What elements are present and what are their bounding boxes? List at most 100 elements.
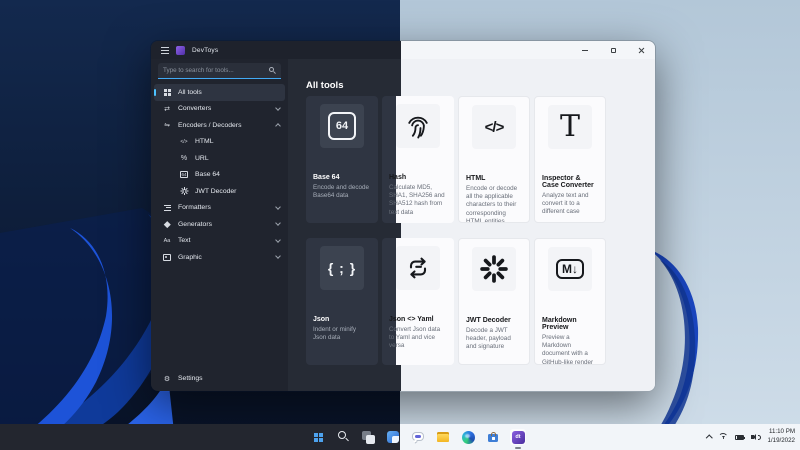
minimize-icon [582,49,588,51]
maximize-icon [610,47,616,53]
sidebar-item-label: Generators [178,220,213,228]
tool-card-title: Markdown Preview [542,317,577,331]
chevron-down-icon [275,220,281,227]
hidden-icons-chevron-icon[interactable] [706,434,713,442]
tool-card-description: Encode and decode Base64 data [313,184,370,200]
html-code-icon: </> [180,138,188,145]
file-explorer-button[interactable] [435,429,451,445]
tool-card-description: Analyze text and convert it to a differe… [542,192,589,216]
chevron-down-icon [275,104,281,111]
tool-card-title: JWT Decoder [466,317,511,324]
sidebar-item-converters[interactable]: ⇄ Converters [151,101,288,118]
sidebar-item-formatters[interactable]: Formatters [151,200,288,217]
graphic-image-icon [162,254,172,261]
tool-card-hash[interactable]: Hash Calculate MD5, SHA1, SHA256 and SHA… [382,96,454,223]
store-button[interactable] [485,429,501,445]
chevron-up-icon [275,123,281,130]
windows-logo-icon [314,433,318,437]
tool-card-title: Hash [389,174,407,181]
sidebar-item-graphic[interactable]: Graphic [151,249,288,266]
clock-date: 1/19/2022 [767,437,795,444]
taskbar-icons: dt [310,424,526,450]
widgets-button[interactable] [385,429,401,445]
chat-button[interactable] [410,429,426,445]
sidebar: All tools ⇄ Converters ⇋ Encoders / Deco… [151,59,288,391]
generators-icon [162,221,172,228]
tool-card-description: Encode or decode all the applicable char… [466,185,518,223]
text-case-icon: Aa [163,237,171,244]
search-box[interactable] [158,63,281,79]
sidebar-item-label: Graphic [178,253,202,261]
sidebar-item-jwt-decoder[interactable]: JWT Decoder [151,183,288,200]
sidebar-item-label: Settings [178,375,203,383]
titlebar: DevToys [151,41,655,59]
sidebar-item-all-tools[interactable]: All tools [154,84,285,101]
close-button[interactable] [627,41,655,59]
jwt-spinner-icon [179,187,189,196]
devtoys-logo-icon [176,45,185,55]
search-input[interactable] [163,67,269,74]
volume-icon[interactable] [751,433,761,441]
tool-card-description: Calculate MD5, SHA1, SHA256 and SHA512 h… [389,184,445,216]
base64-box-icon: 64 [179,171,188,179]
sidebar-item-label: Text [178,237,191,245]
tool-card-title: HTML [466,175,486,182]
tool-card-title: Inspector & Case Converter [542,175,594,189]
chevron-down-icon [275,236,281,243]
tool-card-jwt-decoder[interactable]: JWT Decoder Decode a JWT header, payload… [458,238,530,365]
tool-card-title: Json [313,316,330,323]
maximize-button[interactable] [599,41,627,59]
formatters-lines-icon [162,204,172,211]
tool-card-title: Json <> Yaml [389,316,434,323]
close-icon [638,47,645,54]
sidebar-item-base64[interactable]: 64 Base 64 [151,167,288,184]
search-icon[interactable] [269,67,277,74]
code-brackets-icon: </> [472,105,516,149]
tool-card-html[interactable]: </> HTML Encode or decode all the applic… [458,96,530,223]
sidebar-item-generators[interactable]: Generators [151,216,288,233]
taskbar: dt 11:10 PM 1/19/2022 [0,424,800,450]
chevron-down-icon [275,253,281,260]
main-content: All tools 64 Base 64 Encode and decode B… [288,59,655,391]
devtoys-app-icon: dt [511,430,525,444]
sidebar-item-label: All tools [178,88,202,96]
sidebar-item-text[interactable]: Aa Text [151,233,288,250]
fingerprint-icon [396,104,440,148]
sidebar-item-label: URL [195,154,209,162]
battery-icon[interactable] [735,434,746,440]
tool-card-inspector-case-converter[interactable]: T Inspector & Case Converter Analyze tex… [534,96,606,223]
minimize-button[interactable] [571,41,599,59]
tool-card-description: Preview a Markdown document with a GitHu… [542,334,594,365]
edge-button[interactable] [460,429,476,445]
sidebar-nav: All tools ⇄ Converters ⇋ Encoders / Deco… [151,84,288,266]
start-button[interactable] [310,429,326,445]
sidebar-item-html[interactable]: </> HTML [151,134,288,151]
url-percent-icon: % [180,154,188,162]
task-view-button[interactable] [360,429,376,445]
sidebar-item-encoders-decoders[interactable]: ⇋ Encoders / Decoders [151,117,288,134]
taskbar-clock[interactable]: 11:10 PM 1/19/2022 [767,428,795,446]
gear-icon: ⚙ [163,375,171,383]
tool-card-markdown-preview[interactable]: M↓ Markdown Preview Preview a Markdown d… [534,238,606,365]
converters-icon: ⇄ [164,105,170,113]
spinner-icon [472,247,516,291]
tool-card-json[interactable]: { ; } Json Indent or minify Json data [306,238,378,365]
sidebar-item-label: Converters [178,105,212,113]
devtoys-taskbar-button[interactable]: dt [510,429,526,449]
chevron-down-icon [275,203,281,210]
sidebar-item-label: Formatters [178,204,211,212]
tool-card-description: Convert Json data to Yaml and vice versa [389,326,441,350]
sidebar-item-label: Base 64 [195,171,220,179]
sidebar-item-settings[interactable]: ⚙ Settings [151,371,288,388]
hamburger-menu-icon[interactable] [161,46,169,54]
serif-t-icon: T [548,105,592,149]
network-icon[interactable] [718,433,729,441]
sidebar-item-label: Encoders / Decoders [178,121,242,129]
sidebar-item-label: JWT Decoder [195,187,237,195]
tool-card-description: Decode a JWT header, payload and signatu… [466,327,511,351]
system-tray: 11:10 PM 1/19/2022 [706,424,795,450]
tool-card-base64[interactable]: 64 Base 64 Encode and decode Base64 data [306,96,378,223]
tool-card-json-yaml[interactable]: Json <> Yaml Convert Json data to Yaml a… [382,238,454,365]
taskbar-search-button[interactable] [335,429,351,445]
sidebar-item-url[interactable]: % URL [151,150,288,167]
